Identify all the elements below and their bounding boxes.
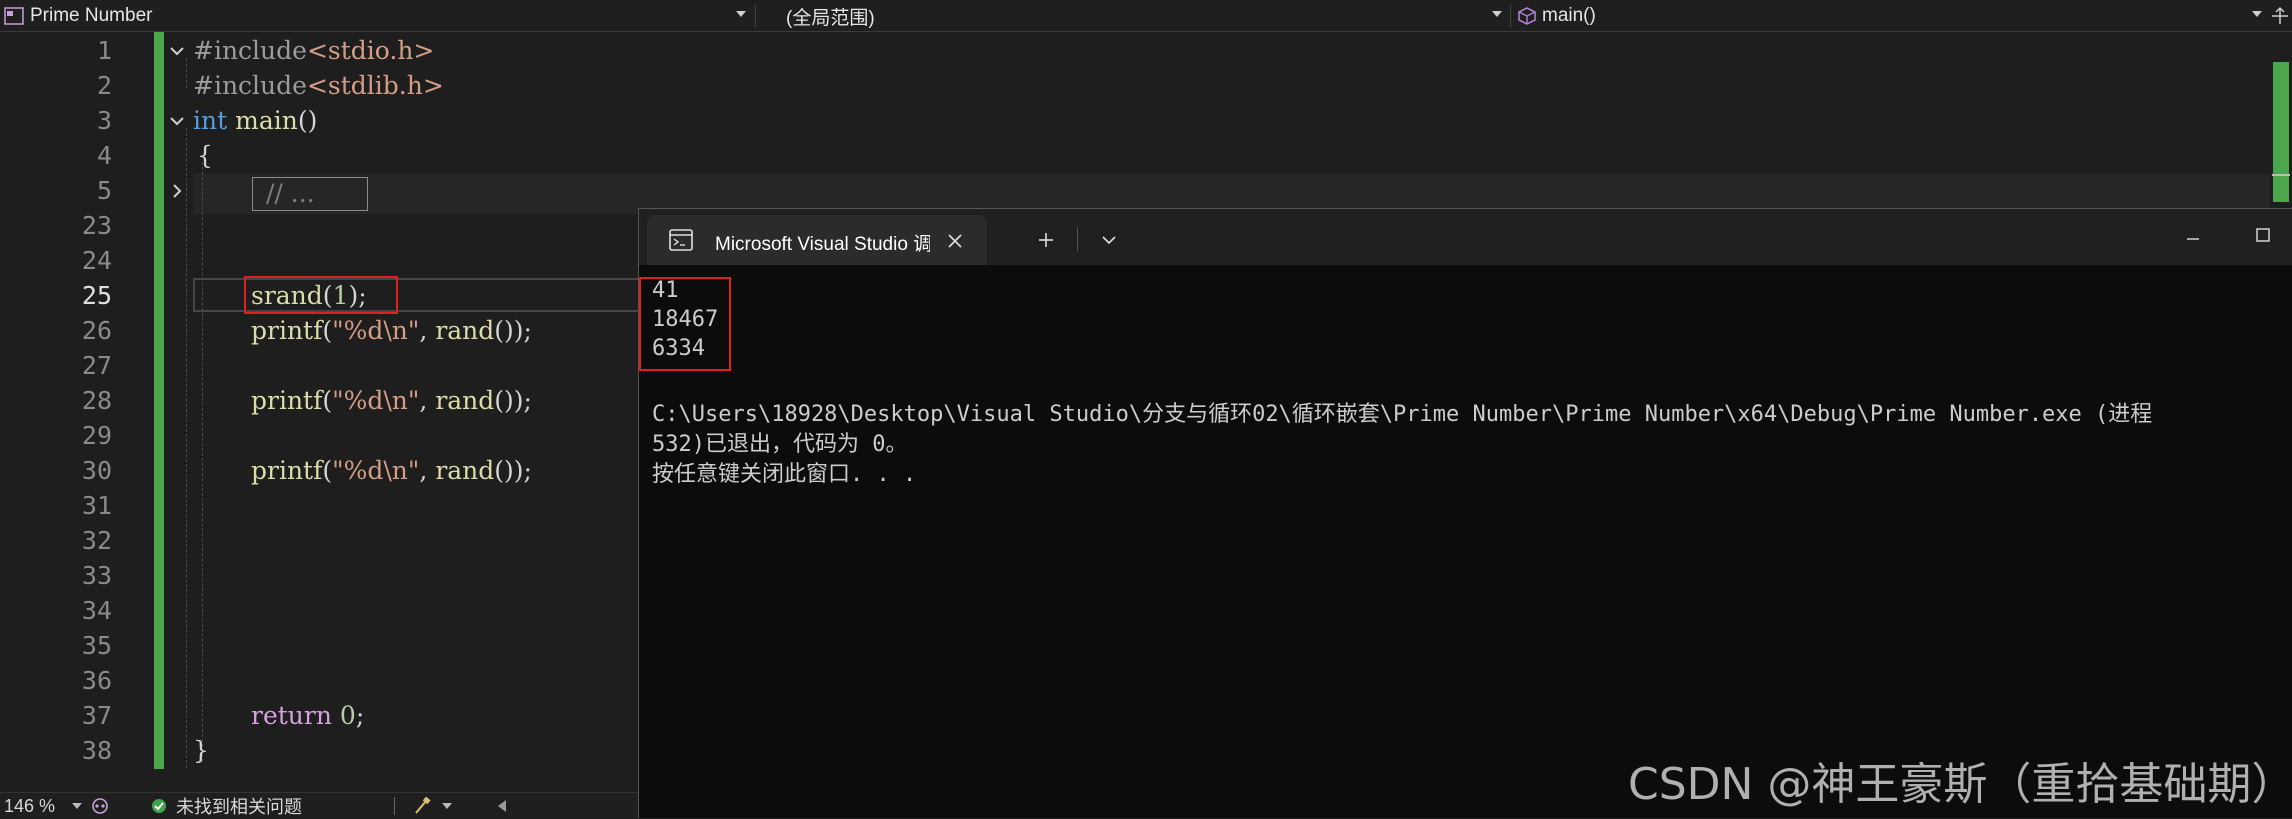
scroll-left-icon[interactable]: [496, 793, 508, 819]
code-line-38: }: [193, 736, 209, 765]
issues-status[interactable]: 未找到相关问题: [150, 793, 302, 819]
code-line-28: printf("%d\n", rand());: [251, 386, 532, 415]
fold-chevron-down-icon[interactable]: [168, 112, 186, 130]
console-tab-title: Microsoft Visual Studio 调试控: [715, 234, 930, 255]
line-number: 5: [96, 176, 112, 205]
debug-console-window[interactable]: Microsoft Visual Studio 调试控 41 18467 633…: [638, 208, 2292, 818]
expand-chevron-right-icon[interactable]: [168, 182, 186, 200]
function-name: main(): [1542, 5, 1596, 26]
tab-dropdown-chevron-icon[interactable]: [1101, 235, 1117, 245]
copilot-icon[interactable]: [90, 793, 110, 819]
navigation-bar: Prime Number (全局范围) main(): [0, 0, 2292, 32]
line-number: 3: [96, 106, 112, 135]
scope-dropdown[interactable]: (全局范围): [786, 0, 875, 32]
new-tab-plus-icon[interactable]: [1037, 231, 1055, 249]
check-circle-icon: [152, 799, 166, 813]
zoom-level[interactable]: 146 %: [4, 793, 55, 819]
code-line-3: int main(): [193, 106, 318, 135]
maximize-icon[interactable]: [2255, 227, 2271, 243]
line-number: 4: [96, 141, 112, 170]
status-bar: 146 % 未找到相关问题: [0, 792, 640, 818]
srand-highlight-box: [244, 276, 398, 314]
output-highlight-box: [639, 277, 731, 371]
code-line-26: printf("%d\n", rand());: [251, 316, 532, 345]
function-dropdown[interactable]: main(): [1518, 0, 1596, 32]
chevron-down-icon[interactable]: [72, 803, 82, 809]
cleanup-brush-icon[interactable]: [412, 793, 434, 819]
line-number: 29: [81, 421, 112, 450]
minimize-icon[interactable]: [2185, 231, 2201, 247]
line-number-current: 25: [81, 281, 112, 310]
line-number: 26: [81, 316, 112, 345]
line-number: 27: [81, 351, 112, 380]
line-number: 35: [81, 631, 112, 660]
terminal-icon: [669, 229, 693, 251]
line-number: 30: [81, 456, 112, 485]
line-number: 23: [81, 211, 112, 240]
chevron-down-icon[interactable]: [1492, 11, 1502, 17]
code-line-37: return 0;: [251, 701, 365, 730]
line-number: 38: [81, 736, 112, 765]
exit-message-line-3: 按任意键关闭此窗口. . .: [652, 462, 917, 487]
chevron-down-icon[interactable]: [442, 803, 452, 809]
code-line-2: #include<stdlib.h>: [193, 71, 444, 100]
change-tracking-bar: [154, 32, 164, 769]
project-dropdown[interactable]: Prime Number: [4, 0, 152, 32]
exit-message-line-1: C:\Users\18928\Desktop\Visual Studio\分支与…: [652, 402, 2153, 427]
fold-chevron-down-icon[interactable]: [168, 42, 186, 60]
line-number: 28: [81, 386, 112, 415]
line-number: 34: [81, 596, 112, 625]
code-line-1: #include<stdio.h>: [193, 36, 435, 65]
project-icon: [4, 7, 24, 25]
line-number: 1: [96, 36, 112, 65]
collapsed-code-label: // ...: [266, 179, 315, 208]
line-number: 32: [81, 526, 112, 555]
line-number: 31: [81, 491, 112, 520]
chevron-down-icon[interactable]: [2252, 11, 2262, 17]
exit-message-line-2: 532)已退出，代码为 0。: [652, 432, 908, 457]
code-line-30: printf("%d\n", rand());: [251, 456, 532, 485]
console-tab[interactable]: Microsoft Visual Studio 调试控: [647, 215, 987, 265]
close-tab-icon[interactable]: [947, 233, 963, 249]
line-number: 33: [81, 561, 112, 590]
line-number: 24: [81, 246, 112, 275]
project-name: Prime Number: [30, 5, 153, 26]
line-number: 2: [96, 71, 112, 100]
line-number: 36: [81, 666, 112, 695]
scope-label: (全局范围): [786, 7, 875, 29]
split-window-icon[interactable]: [2270, 0, 2290, 32]
method-cube-icon: [1518, 7, 1536, 25]
code-line-4: {: [197, 141, 213, 170]
watermark: CSDN @神王豪斯（重拾基础期）: [1628, 759, 2292, 810]
chevron-down-icon[interactable]: [736, 11, 746, 17]
line-number: 37: [81, 701, 112, 730]
issues-label: 未找到相关问题: [176, 797, 302, 817]
console-titlebar: Microsoft Visual Studio 调试控: [639, 209, 2292, 265]
